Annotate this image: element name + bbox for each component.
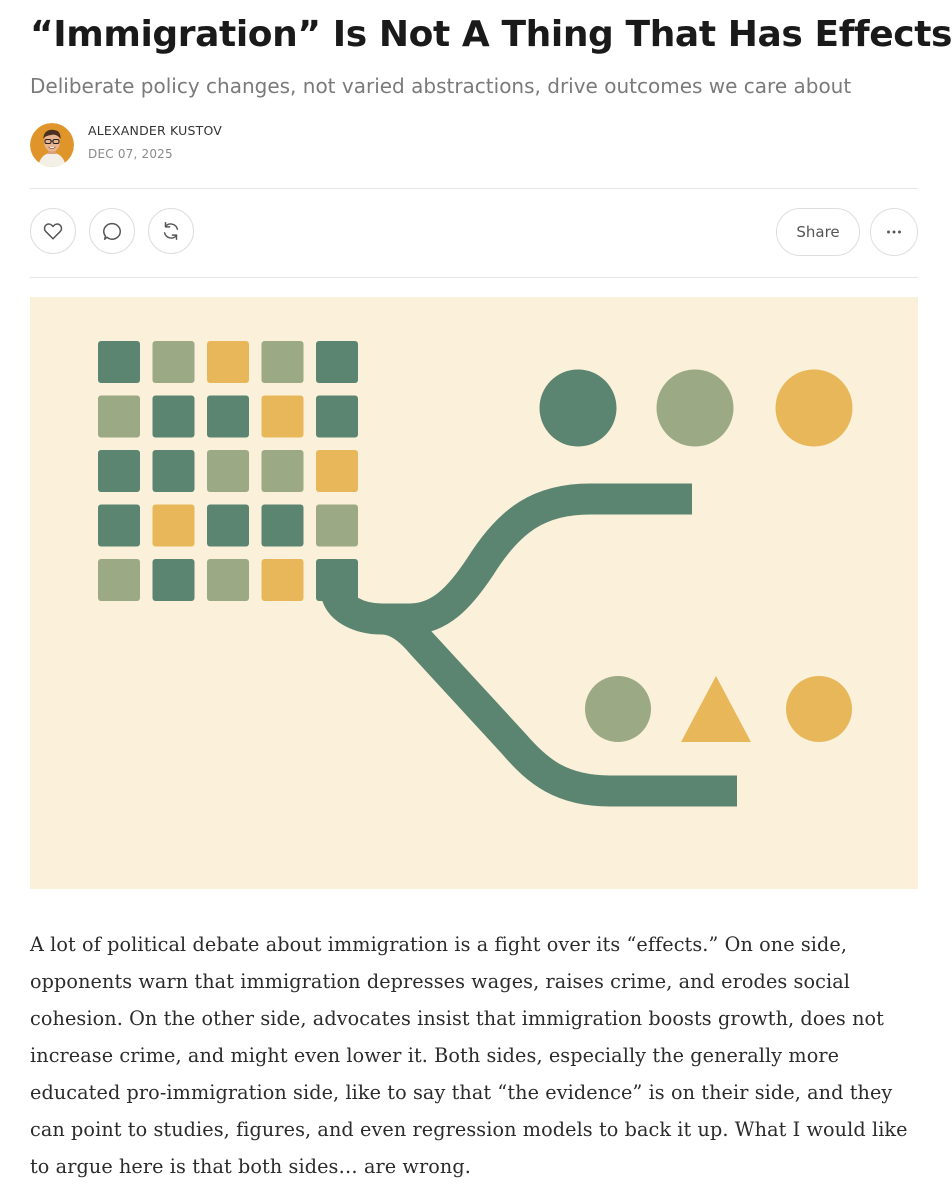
share-button[interactable]: Share (776, 208, 860, 256)
refresh-arrows-icon (163, 222, 179, 240)
grid-square (152, 450, 195, 492)
lower-shape-row (585, 676, 852, 742)
speech-bubble-icon (103, 222, 121, 240)
divider (30, 188, 918, 189)
grid-square (152, 559, 195, 601)
post-subtitle: Deliberate policy changes, not varied ab… (30, 74, 852, 98)
circle-shape (786, 676, 852, 742)
grid-square (207, 395, 249, 438)
body-paragraph: A lot of political debate about immigrat… (30, 933, 908, 1178)
comment-button[interactable] (89, 208, 135, 254)
restack-button[interactable] (148, 208, 194, 254)
byline: ALEXANDER KUSTOV DEC 07, 2025 (30, 122, 222, 168)
post-title: “Immigration” Is Not A Thing That Has Ef… (30, 14, 952, 55)
avatar[interactable] (30, 123, 74, 167)
grid-square (316, 504, 358, 547)
grid-square (316, 450, 358, 492)
grid-square (152, 395, 195, 438)
author-meta: ALEXANDER KUSTOV DEC 07, 2025 (88, 123, 222, 161)
circle-shape (656, 369, 734, 447)
grid-square (261, 504, 304, 547)
ellipsis-icon (887, 230, 901, 234)
grid-square (98, 559, 140, 601)
grid-square (261, 559, 304, 601)
grid-square (261, 450, 304, 492)
circle-shape (539, 369, 617, 447)
grid-square (207, 341, 249, 383)
header-illustration (30, 297, 918, 889)
square-grid (98, 341, 358, 601)
grid-square (152, 341, 195, 383)
post-date: DEC 07, 2025 (88, 147, 173, 161)
author-name[interactable]: ALEXANDER KUSTOV (88, 123, 222, 138)
heart-icon (43, 223, 63, 240)
upper-shape-row (539, 369, 853, 447)
grid-square (316, 395, 358, 438)
grid-square (316, 559, 358, 601)
post-actions: Share (30, 208, 918, 258)
divider (30, 277, 918, 278)
like-button[interactable] (30, 208, 76, 254)
grid-square (261, 341, 304, 383)
grid-square (261, 395, 304, 438)
grid-square (207, 559, 249, 601)
grid-square (207, 504, 249, 547)
grid-square (98, 450, 140, 492)
circle-shape (775, 369, 853, 447)
grid-square (316, 341, 358, 383)
grid-square (98, 504, 140, 547)
more-options-button[interactable] (870, 208, 918, 256)
grid-square (98, 395, 140, 438)
grid-square (207, 450, 249, 492)
grid-square (152, 504, 195, 547)
grid-square (98, 341, 140, 383)
circle-shape (585, 676, 651, 742)
